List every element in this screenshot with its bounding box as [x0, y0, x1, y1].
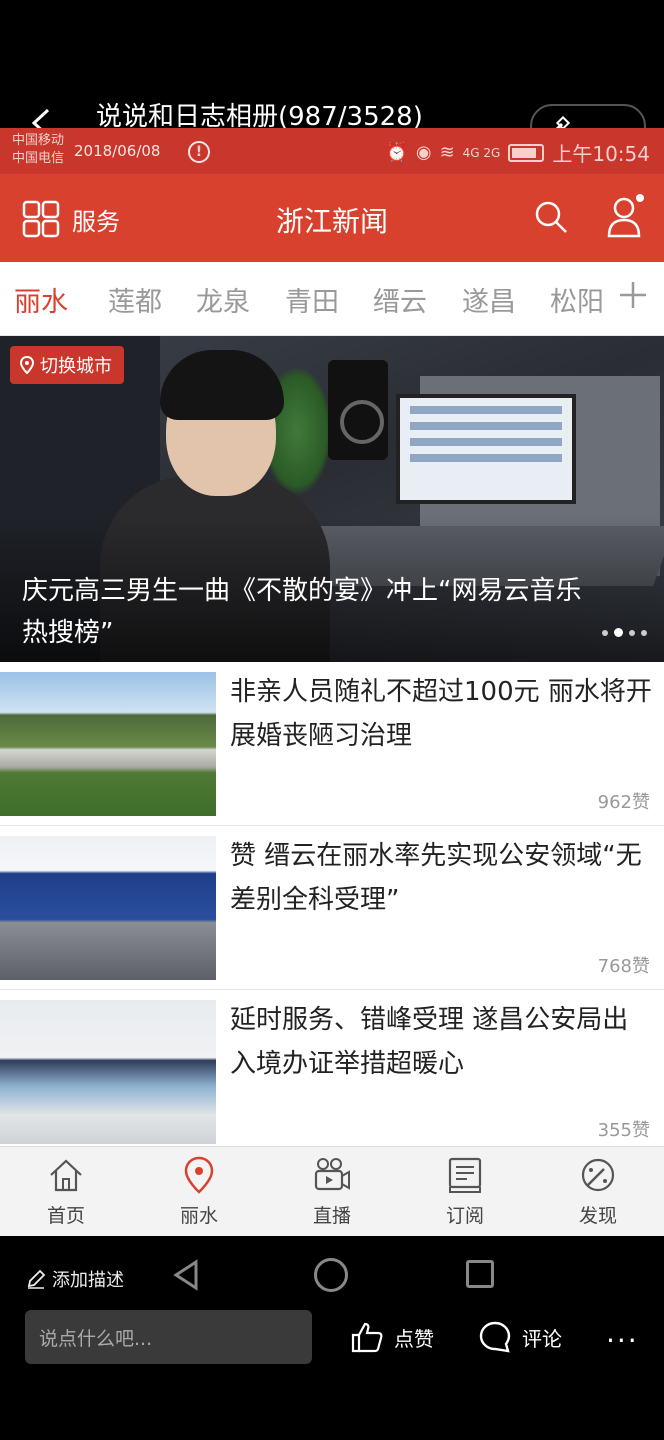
search-icon[interactable] — [534, 200, 568, 234]
bottom-nav: 首页 丽水 直播 订阅 发现 — [0, 1146, 664, 1236]
news-item[interactable]: 非亲人员随礼不超过100元 丽水将开展婚丧陋习治理 962赞 — [0, 662, 664, 826]
news-item[interactable]: 赞 缙云在丽水率先实现公安领域“无差别全科受理” 768赞 — [0, 826, 664, 990]
date-text: 2018/06/08 — [74, 142, 161, 160]
add-tab-plus-icon[interactable] — [618, 280, 648, 310]
hero-title: 庆元高三男生一曲《不散的宴》冲上“网易云音乐热搜榜” — [22, 576, 582, 648]
system-back-icon[interactable] — [170, 1258, 204, 1292]
hero-image-speaker — [328, 360, 388, 460]
status-bar: 中国移动 中国电信 2018/06/08 ! ⏰ ◉ ≋ 4G 2G 上午10:… — [0, 128, 664, 174]
carrier-1: 中国移动 — [12, 133, 65, 148]
carrier-info: 中国移动 中国电信 — [12, 132, 64, 168]
news-thumbnail — [0, 672, 216, 816]
nav-home[interactable]: 首页 — [21, 1155, 111, 1228]
warning-icon: ! — [188, 141, 210, 163]
carousel-dot — [641, 629, 647, 636]
city-tabs: 丽水 莲都 龙泉 青田 缙云 遂昌 松阳 — [0, 262, 664, 336]
viewer-header: 说说和日志相册(987/3528) — [0, 0, 664, 148]
status-right: ⏰ ◉ ≋ 4G 2G 上午10:54 — [385, 138, 650, 167]
tab-qingtian[interactable]: 青田 — [285, 280, 339, 319]
hero-image-person-hair — [160, 350, 284, 420]
notification-dot — [636, 194, 644, 202]
nav-subscribe-label: 订阅 — [445, 1205, 484, 1227]
nav-discover[interactable]: 发现 — [553, 1155, 643, 1228]
comment-label: 评论 — [522, 1326, 562, 1351]
hero-banner[interactable]: 切换城市 庆元高三男生一曲《不散的宴》冲上“网易云音乐热搜榜” — [0, 336, 664, 662]
carrier-2: 中国电信 — [12, 151, 65, 166]
subscribe-icon — [448, 1157, 482, 1193]
tab-jinyun[interactable]: 缙云 — [373, 280, 427, 319]
app-screenshot: 中国移动 中国电信 2018/06/08 ! ⏰ ◉ ≋ 4G 2G 上午10:… — [0, 128, 664, 1236]
news-likes: 962赞 — [597, 792, 650, 813]
carousel-dot — [602, 629, 608, 636]
comment-button[interactable]: 评论 — [478, 1320, 562, 1354]
add-description-button[interactable]: 添加描述 — [26, 1266, 124, 1292]
nav-live-label: 直播 — [312, 1205, 351, 1227]
user-profile-icon[interactable] — [606, 196, 642, 238]
discover-icon — [581, 1158, 615, 1192]
comment-bubble-icon — [479, 1321, 511, 1353]
news-thumbnail — [0, 1000, 216, 1144]
more-options-icon[interactable]: ··· — [606, 1324, 639, 1357]
status-icons: ⏰ ◉ ≋ 4G 2G — [385, 142, 545, 163]
system-recent-icon[interactable] — [466, 1260, 494, 1288]
nav-lishui[interactable]: 丽水 — [154, 1155, 244, 1228]
nav-subscribe[interactable]: 订阅 — [420, 1155, 510, 1228]
wifi-icon: ≋ — [439, 142, 455, 163]
system-home-icon[interactable] — [314, 1258, 348, 1292]
clock-text: 上午10:54 — [552, 142, 650, 166]
video-camera-icon — [314, 1158, 350, 1191]
carousel-dots — [602, 628, 647, 637]
hero-image-monitor — [396, 394, 576, 504]
home-icon — [50, 1159, 82, 1192]
tab-longquan[interactable]: 龙泉 — [196, 280, 250, 319]
carousel-dot-active — [614, 628, 623, 637]
nav-lishui-label: 丽水 — [179, 1205, 218, 1227]
like-label: 点赞 — [394, 1326, 434, 1351]
news-likes: 768赞 — [597, 956, 650, 977]
like-button[interactable]: 点赞 — [350, 1320, 434, 1354]
eye-icon: ◉ — [415, 142, 432, 163]
viewer-footer: 添加描述 说点什么吧... 点赞 评论 ··· — [0, 1236, 664, 1440]
news-title: 赞 缙云在丽水率先实现公安领域“无差别全科受理” — [230, 841, 642, 915]
news-title: 延时服务、错峰受理 遂昌公安局出入境办证举措超暖心 — [230, 1005, 629, 1079]
battery-icon — [508, 143, 545, 162]
tab-songyang[interactable]: 松阳 — [550, 280, 604, 319]
location-pin-icon — [20, 356, 34, 374]
tab-liandu[interactable]: 莲都 — [108, 280, 162, 319]
tab-suichang[interactable]: 遂昌 — [462, 280, 516, 319]
location-pin-icon — [184, 1156, 214, 1194]
add-description-label: 添加描述 — [52, 1270, 124, 1291]
app-bar: 服务 浙江新闻 — [0, 174, 664, 262]
switch-city-label: 切换城市 — [40, 356, 112, 377]
nav-live[interactable]: 直播 — [287, 1155, 377, 1228]
carousel-dot — [629, 629, 635, 636]
news-title: 非亲人员随礼不超过100元 丽水将开展婚丧陋习治理 — [230, 677, 652, 751]
news-item[interactable]: 延时服务、错峰受理 遂昌公安局出入境办证举措超暖心 355赞 — [0, 990, 664, 1154]
thumbs-up-icon — [351, 1322, 383, 1353]
switch-city-button[interactable]: 切换城市 — [10, 346, 124, 384]
comment-input[interactable]: 说点什么吧... — [25, 1310, 312, 1364]
nav-home-label: 首页 — [46, 1205, 85, 1227]
tab-lishui[interactable]: 丽水 — [14, 280, 68, 319]
signal-icon: 4G 2G — [462, 145, 501, 160]
nav-discover-label: 发现 — [578, 1205, 617, 1227]
pencil-icon — [27, 1269, 46, 1289]
news-thumbnail — [0, 836, 216, 980]
alarm-icon: ⏰ — [385, 142, 408, 163]
news-likes: 355赞 — [597, 1120, 650, 1141]
